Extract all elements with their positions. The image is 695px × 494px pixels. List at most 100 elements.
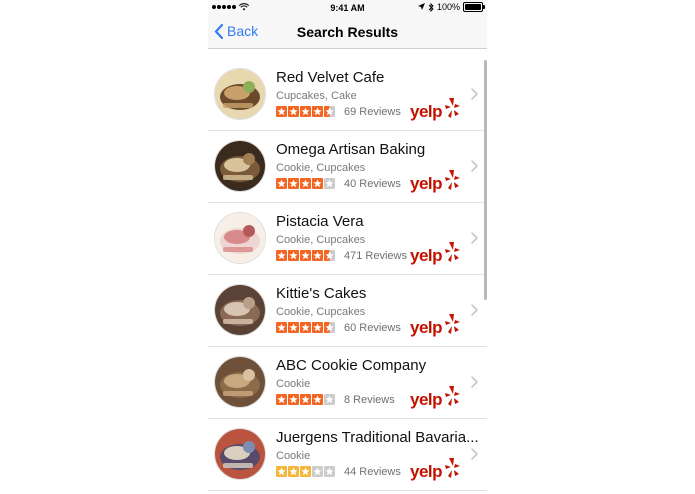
- result-row[interactable]: Kittie's Cakes Cookie, Cupcakes 60 Reviews…: [208, 275, 487, 347]
- chevron-right-icon: [471, 304, 478, 316]
- review-count: 69 Reviews: [344, 106, 401, 118]
- battery-icon: [463, 2, 485, 12]
- yelp-burst-icon: [445, 458, 460, 478]
- business-name: Juergens Traditional Bavaria...: [276, 429, 479, 446]
- yelp-wordmark: yelp: [410, 390, 443, 409]
- business-name: Red Velvet Cafe: [276, 69, 385, 86]
- star-rating: [276, 466, 335, 477]
- star-icon: [276, 466, 287, 477]
- yelp-wordmark: yelp: [410, 462, 443, 481]
- yelp-burst-icon: [445, 242, 460, 262]
- status-bar: 9:41 AM 100%: [208, 0, 487, 17]
- star-icon: [324, 250, 335, 261]
- business-thumbnail: [214, 68, 266, 120]
- star-icon: [324, 394, 335, 405]
- star-rating: [276, 322, 335, 333]
- scrollbar[interactable]: [484, 60, 487, 300]
- location-icon: [417, 3, 425, 10]
- business-thumbnail: [214, 356, 266, 408]
- yelp-wordmark: yelp: [410, 102, 443, 121]
- review-count: 60 Reviews: [344, 322, 401, 334]
- review-count: 471 Reviews: [344, 250, 407, 262]
- yelp-burst-icon: [445, 98, 460, 118]
- star-icon: [300, 250, 311, 261]
- yelp-logo: yelp: [410, 313, 464, 339]
- star-icon: [300, 106, 311, 117]
- result-row[interactable]: Omega Artisan Baking Cookie, Cupcakes 40 R…: [208, 131, 487, 203]
- review-count: 8 Reviews: [344, 394, 395, 406]
- star-icon: [324, 322, 335, 333]
- business-thumbnail: [214, 284, 266, 336]
- chevron-right-icon: [471, 376, 478, 388]
- business-categories: Cookie, Cupcakes: [276, 306, 366, 318]
- yelp-logo: yelp: [410, 169, 464, 195]
- star-rating: [276, 106, 335, 117]
- yelp-logo: yelp: [410, 385, 464, 411]
- star-rating: [276, 394, 335, 405]
- chevron-right-icon: [471, 160, 478, 172]
- business-categories: Cookie, Cupcakes: [276, 234, 366, 246]
- star-icon: [324, 466, 335, 477]
- star-icon: [276, 178, 287, 189]
- star-icon: [300, 178, 311, 189]
- chevron-right-icon: [471, 88, 478, 100]
- business-categories: Cookie, Cupcakes: [276, 162, 366, 174]
- status-right: 100%: [417, 2, 485, 12]
- yelp-logo: yelp: [410, 241, 464, 267]
- star-icon: [300, 322, 311, 333]
- star-rating: [276, 178, 335, 189]
- result-row[interactable]: Juergens Traditional Bavaria... Cookie 44 …: [208, 419, 487, 491]
- star-icon: [288, 394, 299, 405]
- business-name: Omega Artisan Baking: [276, 141, 426, 158]
- yelp-wordmark: yelp: [410, 174, 443, 193]
- business-thumbnail: [214, 212, 266, 264]
- results-list: Red Velvet Cafe Cupcakes, Cake 69 Reviews y…: [208, 59, 487, 491]
- star-icon: [312, 466, 323, 477]
- star-icon: [288, 466, 299, 477]
- star-rating: [276, 250, 335, 261]
- page-title: Search Results: [296, 24, 399, 40]
- phone-screen: 9:41 AM 100% Back Search Results Red Vel…: [208, 0, 487, 494]
- star-icon: [324, 106, 335, 117]
- review-count: 40 Reviews: [344, 178, 401, 190]
- business-name: ABC Cookie Company: [276, 357, 427, 374]
- star-icon: [300, 466, 311, 477]
- bluetooth-icon: [428, 2, 434, 12]
- chevron-right-icon: [471, 232, 478, 244]
- result-row[interactable]: Pistacia Vera Cookie, Cupcakes 471 Reviews…: [208, 203, 487, 275]
- star-icon: [288, 178, 299, 189]
- yelp-wordmark: yelp: [410, 246, 443, 265]
- star-icon: [288, 322, 299, 333]
- yelp-logo: yelp: [410, 457, 464, 483]
- business-categories: Cookie: [276, 450, 311, 462]
- star-icon: [288, 250, 299, 261]
- yelp-burst-icon: [445, 386, 460, 406]
- star-icon: [300, 394, 311, 405]
- business-name: Pistacia Vera: [276, 213, 364, 230]
- review-count: 44 Reviews: [344, 466, 401, 478]
- star-icon: [312, 106, 323, 117]
- star-icon: [312, 250, 323, 261]
- battery-percent: 100%: [436, 2, 460, 12]
- business-categories: Cookie: [276, 378, 311, 390]
- business-thumbnail: [214, 140, 266, 192]
- business-name: Kittie's Cakes: [276, 285, 367, 302]
- star-icon: [288, 106, 299, 117]
- yelp-burst-icon: [445, 314, 460, 334]
- business-categories: Cupcakes, Cake: [276, 90, 357, 102]
- result-row[interactable]: Red Velvet Cafe Cupcakes, Cake 69 Reviews y…: [208, 59, 487, 131]
- star-icon: [276, 322, 287, 333]
- chevron-right-icon: [471, 448, 478, 460]
- yelp-burst-icon: [445, 170, 460, 190]
- star-icon: [276, 394, 287, 405]
- star-icon: [312, 394, 323, 405]
- result-row[interactable]: ABC Cookie Company Cookie 8 Reviews yelp: [208, 347, 487, 419]
- star-icon: [312, 178, 323, 189]
- star-icon: [276, 106, 287, 117]
- star-icon: [312, 322, 323, 333]
- yelp-logo: yelp: [410, 97, 464, 123]
- navigation-bar: Back Search Results: [208, 17, 487, 49]
- star-icon: [324, 178, 335, 189]
- yelp-wordmark: yelp: [410, 318, 443, 337]
- star-icon: [276, 250, 287, 261]
